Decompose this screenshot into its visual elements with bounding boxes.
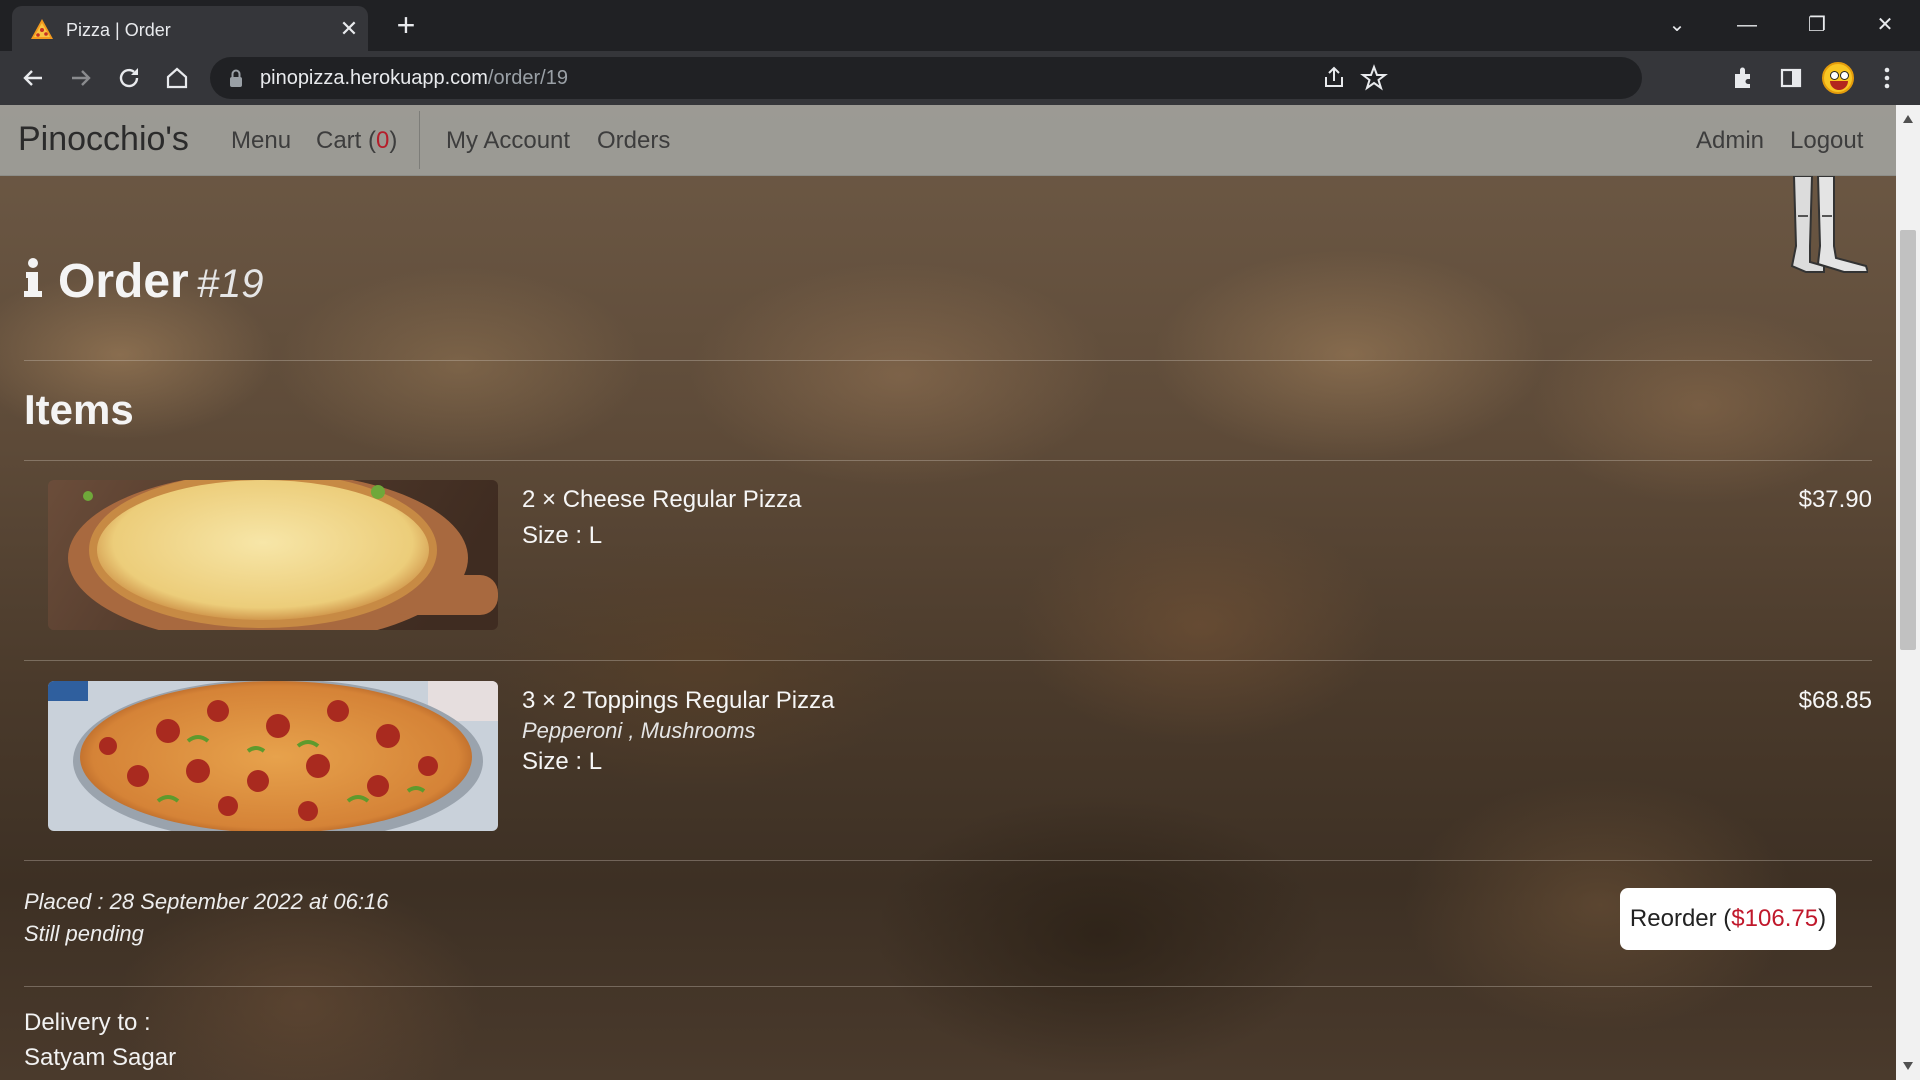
home-icon[interactable] [162, 63, 192, 93]
item-name: 3 × 2 Toppings Regular Pizza [522, 687, 835, 714]
address-bar[interactable]: pinopizza.herokuapp.com/order/19 [210, 57, 1642, 99]
scroll-up-icon[interactable] [1902, 113, 1914, 125]
page-scrollbar[interactable] [1896, 105, 1920, 1080]
page-title: Order #19 [24, 254, 263, 309]
pepperoni-pizza-image [48, 681, 498, 831]
url-text: pinopizza.herokuapp.com/order/19 [260, 67, 568, 89]
minimize-icon[interactable]: — [1722, 8, 1772, 42]
nav-cart-link[interactable]: Cart (0) [316, 127, 397, 155]
lock-icon [230, 69, 242, 87]
reload-icon[interactable] [114, 63, 144, 93]
cart-count-badge: 0 [376, 127, 390, 154]
divider [24, 860, 1872, 861]
order-number: #19 [196, 262, 264, 306]
nav-menu-link[interactable]: Menu [231, 127, 291, 155]
site-navbar: Pinocchio's Menu Cart (0) My Account Ord… [0, 105, 1896, 176]
scroll-down-icon[interactable] [1902, 1060, 1914, 1072]
info-icon [24, 258, 42, 297]
bookmark-star-icon[interactable] [1360, 64, 1388, 92]
page-viewport: Pinocchio's Menu Cart (0) My Account Ord… [0, 105, 1896, 1080]
item-toppings: Pepperoni , Mushrooms [522, 718, 756, 743]
tab-close-icon[interactable]: ✕ [336, 16, 362, 42]
divider [24, 460, 1872, 461]
share-icon[interactable] [1320, 64, 1348, 92]
cheese-pizza-image [48, 480, 498, 630]
tab-title: Pizza | Order [66, 20, 171, 40]
reorder-button[interactable]: Reorder ($106.75) [1620, 888, 1836, 950]
item-price: $37.90 [1798, 486, 1872, 513]
order-status: Still pending [24, 921, 144, 946]
profile-avatar[interactable] [1822, 62, 1854, 94]
item-size: Size : L [522, 522, 603, 549]
divider [24, 986, 1872, 987]
item-name: 2 × Cheese Regular Pizza [522, 486, 802, 513]
reorder-amount: $106.75 [1731, 905, 1819, 932]
order-heading: Order [58, 255, 189, 308]
browser-tab-pizza-order[interactable]: Pizza | Order ✕ [12, 6, 368, 51]
forward-icon[interactable] [66, 63, 96, 93]
nav-divider [419, 111, 420, 169]
items-heading: Items [24, 386, 134, 433]
back-icon[interactable] [18, 63, 48, 93]
browser-menu-icon[interactable] [1872, 63, 1902, 93]
pizza-favicon-icon [31, 19, 53, 39]
brand-logo[interactable]: Pinocchio's [18, 120, 189, 159]
new-tab-icon[interactable]: + [390, 9, 422, 42]
tab-search-icon[interactable]: ⌄ [1652, 8, 1702, 42]
order-placed-date: Placed : 28 September 2022 at 06:16 [24, 889, 389, 914]
side-panel-icon[interactable] [1776, 63, 1806, 93]
nav-admin-link[interactable]: Admin [1696, 127, 1764, 155]
delivery-label: Delivery to : [24, 1009, 151, 1036]
nav-my-account-link[interactable]: My Account [446, 127, 570, 155]
divider [24, 660, 1872, 661]
nav-orders-link[interactable]: Orders [597, 127, 670, 155]
delivery-name: Satyam Sagar [24, 1044, 177, 1071]
divider [24, 360, 1872, 361]
item-size: Size : L [522, 748, 603, 775]
nav-logout-link[interactable]: Logout [1790, 127, 1863, 155]
tab-strip: Pizza | Order ✕ + ⌄ — ❐ ✕ [0, 0, 1920, 51]
order-item: 2 × Cheese Regular Pizza Size : L $37.90 [48, 480, 1872, 640]
item-price: $68.85 [1798, 687, 1872, 714]
window-close-icon[interactable]: ✕ [1860, 8, 1910, 42]
order-item: 3 × 2 Toppings Regular Pizza Pepperoni ,… [48, 681, 1872, 841]
pinocchio-mascot-image [1790, 176, 1868, 273]
browser-toolbar: pinopizza.herokuapp.com/order/19 [0, 51, 1920, 105]
extensions-icon[interactable] [1728, 63, 1758, 93]
restore-icon[interactable]: ❐ [1792, 8, 1842, 42]
scrollbar-thumb[interactable] [1900, 230, 1916, 650]
